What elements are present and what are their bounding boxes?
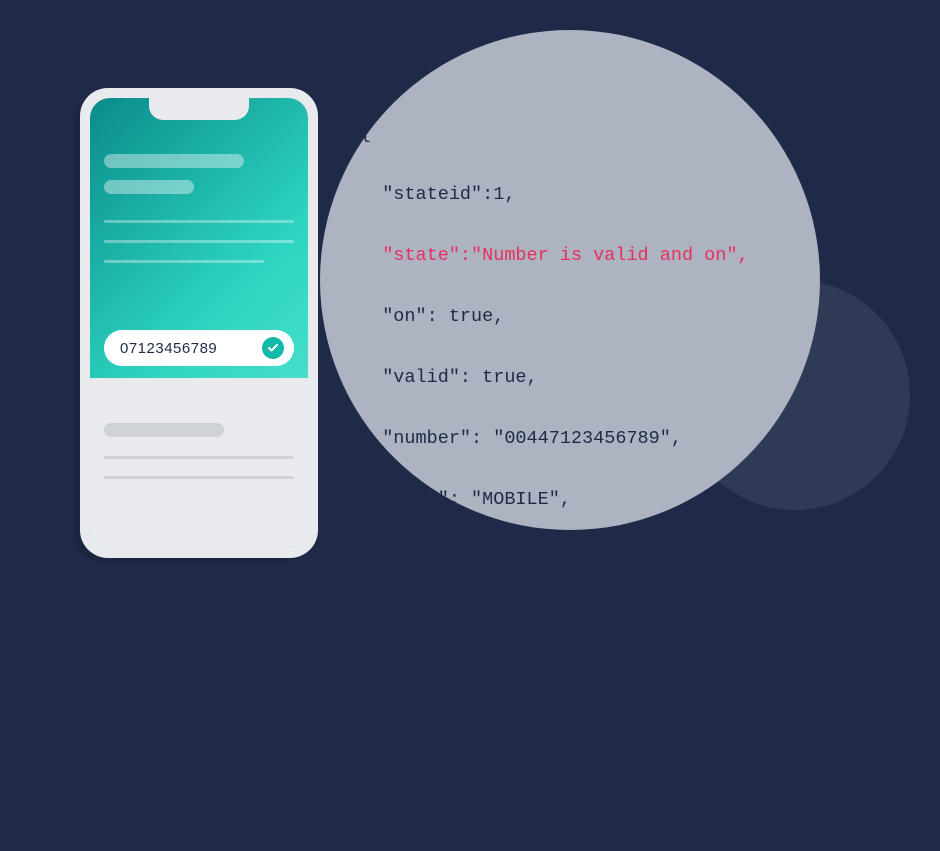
placeholder-line — [104, 220, 294, 223]
code-line: "type": "MOBILE", — [360, 485, 749, 516]
code-line: "valid": true, — [360, 363, 749, 394]
code-line: "countryname": "United Ki — [360, 729, 749, 760]
phone-mockup: 07123456789 — [80, 88, 318, 558]
code-line: "on": true, — [360, 302, 749, 333]
code-line: } — [360, 790, 749, 821]
placeholder-line — [104, 240, 294, 243]
phone-number-input[interactable]: 07123456789 — [104, 330, 294, 366]
placeholder-line — [104, 476, 294, 479]
code-line: "networkcode": "10", — [360, 607, 749, 638]
placeholder-bar — [104, 180, 194, 194]
code-line: "networkname": "UK - O2 (UK — [360, 546, 749, 577]
placeholder-line — [104, 456, 294, 459]
phone-bottom-panel — [90, 378, 308, 548]
code-line: "number": "00447123456789", — [360, 424, 749, 455]
phone-screen: 07123456789 — [90, 98, 308, 548]
code-line: { — [360, 119, 749, 150]
json-response-code: { "stateid":1, "state":"Number is valid … — [360, 88, 749, 851]
phone-number-value: 07123456789 — [120, 340, 217, 357]
placeholder-bar — [104, 423, 224, 437]
code-line: "countrycode": "234", — [360, 668, 749, 699]
placeholder-line — [104, 260, 264, 263]
phone-notch — [149, 98, 249, 120]
check-icon — [262, 337, 284, 359]
code-line-highlight: "state":"Number is valid and on", — [360, 241, 749, 272]
code-line: "stateid":1, — [360, 180, 749, 211]
placeholder-bar — [104, 154, 244, 168]
